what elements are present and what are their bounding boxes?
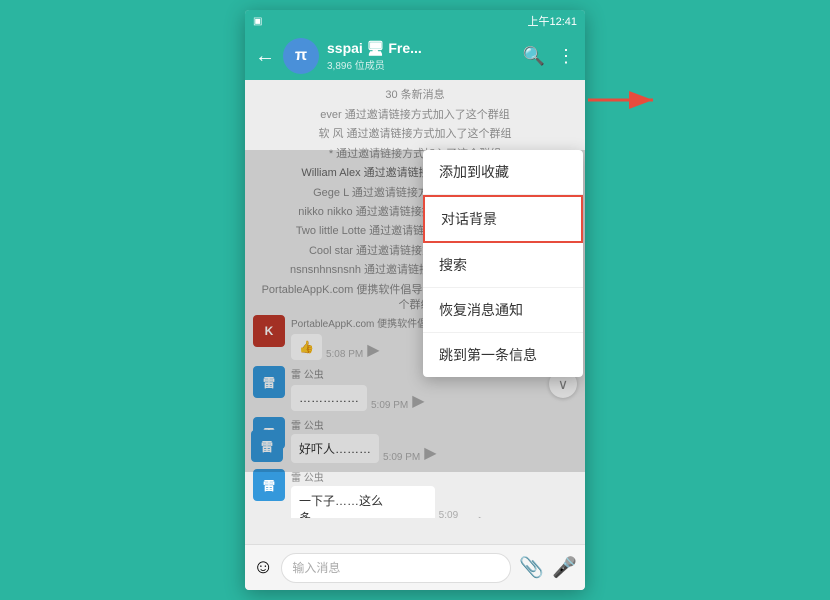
chat-title-area: sspai 🖥 Fre... 3,896 位成员 xyxy=(327,40,515,72)
chat-area: 30 条新消息 ever 通过邀请链接方式加入了这个群组 软 风 通过邀请链接方… xyxy=(245,80,585,518)
message-input[interactable]: 输入消息 xyxy=(281,553,511,583)
status-bar: ▣ 上午12:41 xyxy=(245,10,585,32)
more-icon[interactable]: ⋮ xyxy=(557,46,575,67)
chat-name: sspai 🖥 Fre... xyxy=(327,40,487,57)
search-icon[interactable]: 🔍 xyxy=(523,46,545,67)
voice-button[interactable]: 🎤 xyxy=(552,555,577,580)
sys-msg-1: 软 风 通过邀请链接方式加入了这个群组 xyxy=(251,125,579,144)
dropdown-item-restore-notification[interactable]: 恢复消息通知 xyxy=(423,288,583,333)
dropdown-item-chat-background[interactable]: 对话背景 xyxy=(423,195,583,243)
sys-msg-0: ever 通过邀请链接方式加入了这个群组 xyxy=(251,106,579,125)
status-left: ▣ xyxy=(253,16,262,27)
msg-content-3: 雷 公虫 一下子……这么多……… 5:09 PM ▶ xyxy=(291,469,491,518)
msg-avatar-3: 雷 xyxy=(253,469,285,501)
new-messages-bar: 30 条新消息 xyxy=(251,80,579,106)
dropdown-item-search[interactable]: 搜索 xyxy=(423,243,583,288)
status-right: 上午12:41 xyxy=(527,13,577,29)
chat-subtitle: 3,896 位成员 xyxy=(327,57,515,72)
group-avatar: π xyxy=(283,38,319,74)
dropdown-item-jump-to-first[interactable]: 跳到第一条信息 xyxy=(423,333,583,377)
msg-forward-3[interactable]: ▶ xyxy=(479,512,491,518)
input-placeholder: 输入消息 xyxy=(292,559,340,576)
dropdown-item-add-to-favorites[interactable]: 添加到收藏 xyxy=(423,150,583,195)
emoji-button[interactable]: ☺ xyxy=(253,556,273,579)
notification-icon: ▣ xyxy=(253,16,262,27)
dropdown-menu: 添加到收藏 对话背景 搜索 恢复消息通知 跳到第一条信息 xyxy=(423,150,583,377)
red-arrow xyxy=(588,85,668,120)
top-bar: ← π sspai 🖥 Fre... 3,896 位成员 🔍 ⋮ xyxy=(245,32,585,80)
msg-time-3: 5:09 PM xyxy=(439,510,475,518)
top-bar-icons: 🔍 ⋮ xyxy=(523,46,575,67)
back-button[interactable]: ← xyxy=(255,45,275,68)
input-bar: ☺ 输入消息 📎 🎤 xyxy=(245,544,585,590)
status-time: 上午12:41 xyxy=(527,13,577,29)
msg-bubble-3: 一下子……这么多……… xyxy=(291,486,435,518)
message-row-3: 雷 雷 公虫 一下子……这么多……… 5:09 PM ▶ xyxy=(251,469,579,518)
attach-button[interactable]: 📎 xyxy=(519,555,544,580)
